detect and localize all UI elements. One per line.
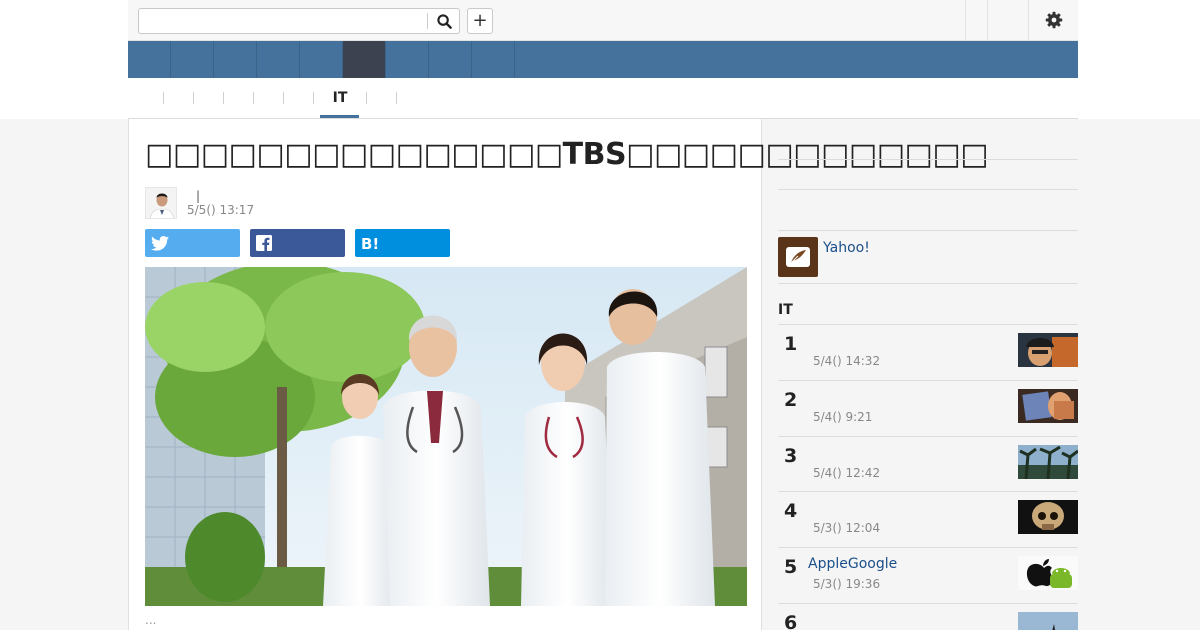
ranking-item[interactable]: 2 5/4() 9:21 (778, 380, 1078, 435)
rank-number: 4 (784, 500, 798, 522)
rank-number: 1 (784, 333, 798, 355)
article-title: □□□□□□□□□□□□□□□TBS□□□□□□□□□□□□□ (145, 137, 989, 172)
subnav-divider (223, 92, 224, 104)
sidebar-divider (778, 159, 1078, 160)
ranking-item[interactable]: 3 5/4() 12:42 (778, 436, 1078, 491)
twitter-share-button[interactable] (145, 229, 240, 257)
medical-staff-photo (145, 267, 747, 606)
gear-icon (1045, 11, 1062, 29)
nav-tab-1[interactable] (128, 41, 171, 78)
nav-tab-4[interactable] (257, 41, 300, 78)
rank-thumbnail[interactable] (1018, 612, 1078, 630)
site-header: + (128, 0, 1078, 41)
hatena-bookmark-button[interactable]: B! (355, 229, 450, 257)
rank-number: 5 (784, 556, 798, 578)
rank-title[interactable]: AppleGoogle (808, 556, 897, 572)
svg-text:B!: B! (361, 235, 379, 251)
sidebar: Yahoo! IT 1 5/4() 14:32 2 5/4() 9:21 3 5… (778, 119, 1078, 630)
search-input[interactable] (143, 11, 423, 31)
thumbnail-image (1018, 445, 1078, 479)
rank-number: 2 (784, 389, 798, 411)
subnav-divider (253, 92, 254, 104)
rank-date: 5/3() 12:04 (813, 521, 881, 535)
author-avatar[interactable] (145, 187, 177, 219)
nav-tab-7[interactable] (386, 41, 429, 78)
article-hero-image (145, 267, 747, 606)
hatena-bookmark-icon: B! (361, 235, 379, 251)
nav-tab-active[interactable] (343, 41, 386, 78)
ranking-heading: IT (778, 302, 793, 318)
search-divider (427, 13, 428, 29)
nav-tab-9[interactable] (472, 41, 515, 78)
rank-date: 5/4() 14:32 (813, 354, 881, 368)
ranking-item[interactable]: 6 (778, 603, 1078, 630)
rank-date: 5/3() 19:36 (813, 577, 881, 591)
plus-icon: + (472, 10, 488, 31)
ranking-item[interactable]: 4 5/3() 12:04 (778, 491, 1078, 546)
subnav-divider (313, 92, 314, 104)
nav-tab-8[interactable] (429, 41, 472, 78)
article-card: □□□□□□□□□□□□□□□TBS□□□□□□□□□□□□□ | 5/5() … (128, 119, 989, 630)
quill-icon (786, 247, 810, 267)
article-continue-text: ... (145, 613, 157, 627)
subnav-divider (366, 92, 367, 104)
thumbnail-image (1018, 333, 1078, 367)
rank-thumbnail[interactable] (1018, 445, 1078, 479)
settings-button[interactable] (1028, 0, 1078, 40)
subnav-divider (163, 92, 164, 104)
nav-tab-5[interactable] (300, 41, 343, 78)
author-portrait (146, 188, 176, 218)
author-separator: | (196, 189, 201, 203)
sidebar-divider (778, 189, 1078, 190)
nav-tab-2[interactable] (171, 41, 214, 78)
search-box (138, 8, 460, 34)
subnav-divider (396, 92, 397, 104)
thumbnail-image (1018, 612, 1078, 630)
thumbnail-image (1018, 500, 1078, 534)
search-button[interactable] (431, 11, 457, 31)
rank-thumbnail[interactable] (1018, 333, 1078, 367)
subnav-divider (283, 92, 284, 104)
subnav-tab-it[interactable]: IT (320, 90, 360, 106)
header-menu-slot-2[interactable] (987, 0, 1028, 40)
rank-number: 3 (784, 445, 798, 467)
sidebar-divider (778, 230, 1078, 231)
rank-date: 5/4() 12:42 (813, 466, 881, 480)
yahoo-promo-link[interactable]: Yahoo! (823, 240, 870, 256)
ranking-item[interactable]: 5 AppleGoogle 5/3() 19:36 (778, 547, 1078, 602)
sub-nav: IT (128, 78, 1078, 119)
thumbnail-image (1018, 556, 1078, 590)
publish-date: 5/5() 13:17 (187, 203, 255, 217)
nav-tab-3[interactable] (214, 41, 257, 78)
yahoo-promo-icon[interactable] (778, 237, 818, 277)
rank-thumbnail[interactable] (1018, 389, 1078, 423)
ranking-item[interactable]: 1 5/4() 14:32 (778, 324, 1078, 379)
rank-date: 5/4() 9:21 (813, 410, 873, 424)
sidebar-divider (778, 283, 1078, 284)
category-nav (128, 41, 1078, 78)
rank-thumbnail[interactable] (1018, 500, 1078, 534)
twitter-icon (151, 235, 169, 251)
facebook-icon (256, 235, 272, 251)
thumbnail-image (1018, 389, 1078, 423)
header-menu-slot-1[interactable] (965, 0, 987, 40)
rank-number: 6 (784, 612, 798, 630)
add-button[interactable]: + (467, 8, 493, 34)
rank-thumbnail[interactable] (1018, 556, 1078, 590)
facebook-share-button[interactable] (250, 229, 345, 257)
subnav-divider (193, 92, 194, 104)
search-icon (436, 13, 452, 29)
